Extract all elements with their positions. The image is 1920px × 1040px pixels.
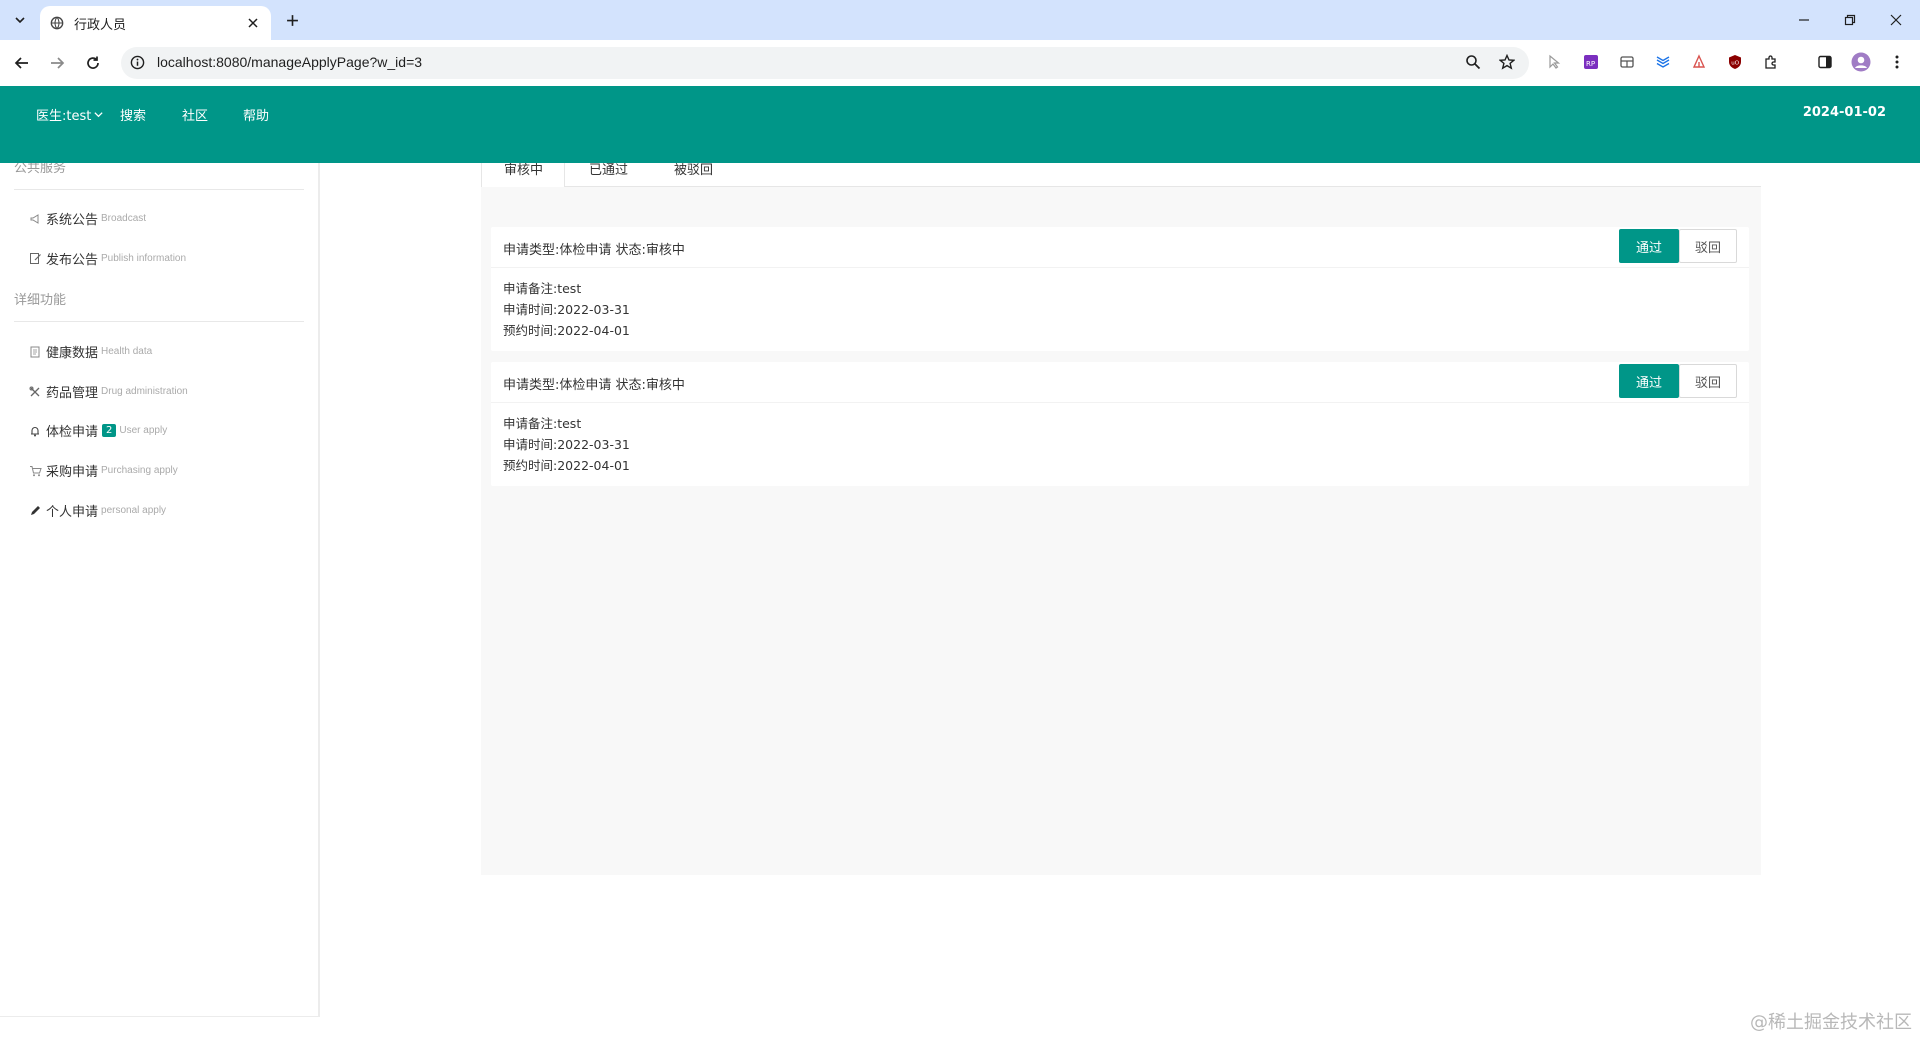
status-tabs xyxy=(481,163,1761,187)
sidebar-item-label: 系统公告 xyxy=(46,213,99,228)
sidebar-item-health[interactable]: 健康数据 Health data xyxy=(28,342,152,361)
nav-help-overlay[interactable]: 帮助 xyxy=(243,105,269,124)
pencil-icon xyxy=(28,504,42,518)
restore-button[interactable] xyxy=(1827,0,1873,40)
restore-icon xyxy=(1844,14,1856,26)
edit-document-icon xyxy=(28,252,42,266)
sidebar-item-personal[interactable]: 个人申请 personal apply xyxy=(28,501,166,520)
extension-layers-icon[interactable] xyxy=(1652,51,1674,73)
url-text[interactable]: localhost:8080/manageApplyPage?w_id=3 xyxy=(157,54,422,70)
browser-menu-icon[interactable] xyxy=(1886,51,1908,73)
document-icon xyxy=(28,345,42,359)
extension-cursor-icon[interactable] xyxy=(1544,51,1566,73)
user-menu-label: 医生:test xyxy=(36,109,92,124)
tools-icon xyxy=(28,385,42,399)
card-divider xyxy=(491,267,1749,268)
card-header: 申请类型:体检申请 状态:审核中 xyxy=(503,378,685,393)
chevron-down-icon xyxy=(94,112,103,118)
sidebar-item-user-apply[interactable]: 体检申请 2 User apply xyxy=(28,421,167,440)
close-icon[interactable] xyxy=(245,15,261,31)
sidebar-item-drug[interactable]: 药品管理 Drug administration xyxy=(28,382,188,401)
zoom-icon[interactable] xyxy=(1462,51,1484,73)
reject-button[interactable]: 驳回 xyxy=(1679,229,1737,263)
sidebar-item-en: Health data xyxy=(101,346,153,357)
arrow-left-icon xyxy=(14,57,28,69)
divider xyxy=(14,189,304,190)
application-card: 申请类型:体检申请 状态:审核中 申请备注:test 申请时间:2022-03-… xyxy=(491,362,1749,486)
sidebar-item-en: Drug administration xyxy=(101,386,188,397)
sidebar-item-label: 体检申请 xyxy=(46,425,99,440)
nav-community-overlay[interactable]: 社区 xyxy=(182,105,208,124)
card-note: 申请备注:test xyxy=(503,281,582,296)
user-menu-overlay[interactable]: 医生:test xyxy=(36,105,104,124)
card-divider xyxy=(491,402,1749,403)
application-card: 申请类型:体检申请 状态:审核中 申请备注:test 申请时间:2022-03-… xyxy=(491,227,1749,351)
card-apply-time: 申请时间:2022-03-31 xyxy=(503,437,630,452)
extension-rp-icon[interactable]: RP xyxy=(1580,51,1602,73)
back-button[interactable] xyxy=(10,51,34,75)
close-window-button[interactable] xyxy=(1873,0,1919,40)
cart-icon xyxy=(28,464,42,478)
sidebar-item-label: 健康数据 xyxy=(46,346,99,361)
megaphone-icon xyxy=(28,212,42,226)
sidebar-item-label: 发布公告 xyxy=(46,253,99,268)
sidebar-item-broadcast[interactable]: 系统公告 Broadcast xyxy=(28,209,146,228)
minimize-icon xyxy=(1799,19,1809,21)
side-panel-icon[interactable] xyxy=(1814,51,1836,73)
card-apply-time: 申请时间:2022-03-31 xyxy=(503,302,630,317)
card-appoint-time: 预约时间:2022-04-01 xyxy=(503,323,630,338)
sidebar-item-en: User apply xyxy=(119,425,168,436)
arrow-right-icon xyxy=(51,57,65,69)
tab-title: 行政人员 xyxy=(74,17,127,33)
browser-tab[interactable]: 行政人员 xyxy=(40,6,271,40)
sidebar-section-detail: 详细功能 xyxy=(14,293,67,308)
svg-text:uO: uO xyxy=(1731,61,1739,67)
card-header: 申请类型:体检申请 状态:审核中 xyxy=(503,243,685,258)
sidebar-item-en: Publish information xyxy=(101,253,187,264)
sidebar-item-en: Broadcast xyxy=(101,213,147,224)
sidebar-item-purchasing[interactable]: 采购申请 Purchasing apply xyxy=(28,461,178,480)
count-badge: 2 xyxy=(102,424,117,437)
divider xyxy=(14,321,304,322)
sidebar-item-publish[interactable]: 发布公告 Publish information xyxy=(28,249,186,268)
reload-button[interactable] xyxy=(81,51,105,75)
sidebar-item-label: 药品管理 xyxy=(46,386,99,401)
card-note: 申请备注:test xyxy=(503,416,582,431)
plus-icon xyxy=(286,14,298,26)
svg-text:RP: RP xyxy=(1586,60,1595,68)
extensions-puzzle-icon[interactable] xyxy=(1760,51,1782,73)
extension-grid-icon[interactable] xyxy=(1616,51,1638,73)
sidebar-item-label: 采购申请 xyxy=(46,465,99,480)
approve-button[interactable]: 通过 xyxy=(1619,229,1679,263)
tab-list-button[interactable] xyxy=(7,8,33,32)
chevron-down-icon xyxy=(15,17,25,24)
watermark: @稀土掘金技术社区 xyxy=(1750,1012,1912,1033)
forward-button[interactable] xyxy=(45,51,69,75)
site-info-icon[interactable] xyxy=(130,55,145,74)
minimize-button[interactable] xyxy=(1781,0,1827,40)
extension-shield-icon[interactable]: uO xyxy=(1724,51,1746,73)
new-tab-button[interactable] xyxy=(281,9,303,31)
bell-icon xyxy=(28,424,42,438)
reject-button[interactable]: 驳回 xyxy=(1679,364,1737,398)
card-appoint-time: 预约时间:2022-04-01 xyxy=(503,458,630,473)
header-date-overlay: 2024-01-02 xyxy=(1802,105,1886,120)
sidebar-item-en: personal apply xyxy=(101,505,167,516)
globe-icon xyxy=(50,16,64,30)
sidebar-item-label: 个人申请 xyxy=(46,505,99,520)
nav-search-overlay[interactable]: 搜索 xyxy=(120,105,146,124)
sidebar-item-en: Purchasing apply xyxy=(101,465,178,476)
profile-avatar-icon[interactable] xyxy=(1850,51,1872,73)
app-header-overlay xyxy=(0,86,1920,163)
bookmark-star-icon[interactable] xyxy=(1496,51,1518,73)
approve-button[interactable]: 通过 xyxy=(1619,364,1679,398)
close-icon xyxy=(1890,14,1902,26)
extension-tree-icon[interactable] xyxy=(1688,51,1710,73)
reload-icon xyxy=(87,56,99,69)
